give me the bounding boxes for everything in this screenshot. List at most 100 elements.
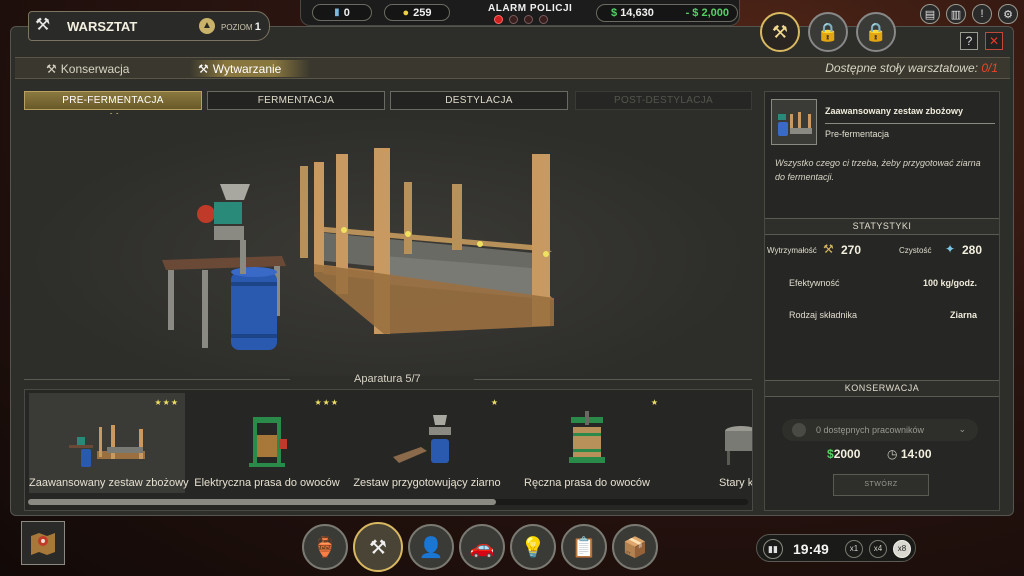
apparatus-card-label: Ręczna prasa do owoców: [524, 477, 650, 489]
workshop-button[interactable]: ⚒: [353, 522, 403, 572]
bulb-icon: ●: [402, 6, 410, 19]
speed-x8-button[interactable]: x8: [893, 540, 911, 558]
manual-press-thumbnail: [569, 411, 605, 463]
efficiency-label: Efektywność: [789, 278, 840, 288]
game-clock: 19:49: [793, 541, 829, 557]
hammer-icon: ⚒: [771, 21, 789, 42]
apparatus-card[interactable]: Stary kocioł: [669, 393, 753, 493]
police-alarm-label: ALARM POLICJI: [488, 3, 573, 14]
tools-icon: ⚒: [35, 15, 51, 34]
cost: $2000: [827, 447, 860, 461]
cost-value: 2000: [833, 447, 861, 461]
subtab-fermentation[interactable]: FERMENTACJA: [207, 91, 385, 110]
speed-x1-button[interactable]: x1: [845, 540, 863, 558]
maintenance-header: KONSERWACJA: [765, 380, 999, 397]
workers-select-value: 0 dostępnych pracowników: [816, 425, 925, 435]
level-indicator: POZIOM 1: [221, 21, 261, 33]
subtab-pre-fermentation[interactable]: PRE-FERMENTACJA: [24, 91, 202, 110]
apparatus-info-panel: Zaawansowany zestaw zbożowy Pre-fermenta…: [764, 91, 1000, 511]
boxes-icon: 📦: [622, 536, 648, 559]
chevron-down-icon: ⌄: [958, 424, 966, 434]
counter-value: 0: [343, 6, 350, 19]
storage-button[interactable]: 📦: [612, 524, 658, 570]
grain-kit-icon: [778, 112, 812, 136]
police-alarm-meter: [494, 15, 548, 24]
padlock-icon: 🔒: [864, 21, 888, 42]
top-right-icons: ▤ ▥ ! ⚙: [920, 4, 1018, 24]
durability-label: Wytrzymałość: [767, 246, 817, 255]
alarm-dot: [494, 15, 503, 24]
apparatus-card[interactable]: ★★★ Elektryczna prasa do owoców: [189, 393, 345, 493]
sparkle-icon: ✦: [945, 242, 956, 256]
apparatus-icon: [771, 99, 817, 145]
debt-amount: - $ 2,000: [685, 7, 729, 19]
bottle-icon: ▮: [334, 7, 340, 18]
workshop-title-tab: ⚒ WARSZTAT ▲ POZIOM 1: [28, 11, 270, 41]
main-dock: 🏺 ⚒ 👤 🚗 💡 📋 📦: [302, 522, 658, 572]
notebook-button[interactable]: 📋: [561, 524, 607, 570]
car-button[interactable]: 🚗: [459, 524, 505, 570]
apparatus-stage: Pre-fermentacja: [825, 129, 890, 139]
workshop-mode-button[interactable]: ⚒: [760, 12, 800, 52]
subtab-post-distillation: POST-DESTYLACJA: [575, 91, 752, 110]
electric-press-thumbnail: [249, 417, 287, 467]
money-pill: $ 14,630 - $ 2,000: [596, 4, 738, 22]
alarm-dot: [524, 15, 533, 24]
apparatus-card[interactable]: ★ Ręczna prasa do owoców: [509, 393, 665, 493]
tab-crafting[interactable]: ⚒ Wytwarzanie: [190, 60, 310, 77]
speed-x4-button[interactable]: x4: [869, 540, 887, 558]
apparatus-card-label: Zestaw przygotowujący ziarno: [353, 477, 501, 489]
stats-header: STATYSTYKI: [765, 218, 999, 235]
ingredient-label: Rodzaj składnika: [789, 310, 858, 320]
carousel-scrollbar[interactable]: [28, 499, 748, 505]
locked-slot-button[interactable]: 🔒: [808, 12, 848, 52]
apparatus-card[interactable]: ★ Zestaw przygotowujący ziarno: [349, 393, 505, 493]
workers-select[interactable]: 0 dostępnych pracowników ⌄: [782, 419, 978, 441]
apparatus-card[interactable]: ★★★ Zaawansowany zestaw zbożowy: [29, 393, 189, 493]
info-icon[interactable]: !: [972, 4, 992, 24]
bulbs-pill: ● 259: [384, 4, 450, 21]
duration: ◷ 14:00: [887, 447, 932, 461]
cleanliness-label: Czystość: [899, 246, 932, 255]
worker-icon: 👤: [418, 536, 444, 559]
old-kettle-thumbnail: [725, 426, 752, 465]
time-controls: ▮▮ 19:49 x1 x4 x8: [756, 534, 916, 562]
moonshine-jug-button[interactable]: 🏺: [302, 524, 348, 570]
apparatus-3d-viewer[interactable]: [24, 114, 752, 376]
notebook-icon: 📋: [571, 536, 597, 559]
page-title: WARSZTAT: [67, 19, 138, 34]
ingredient-value: Ziarna: [949, 310, 977, 320]
tab-maintenance[interactable]: ⚒ Konserwacja: [38, 60, 137, 77]
apparatus-name: Zaawansowany zestaw zbożowy: [825, 106, 964, 116]
apparatus-carousel: ★★★ Zaawansowany zestaw zbożowy ★★★ Elek…: [24, 389, 753, 511]
map-button[interactable]: [21, 521, 65, 565]
divider: [825, 123, 995, 124]
subtab-distillation[interactable]: DESTYLACJA: [390, 91, 568, 110]
available-tables-info: Dostępne stoły warsztatowe: 0/1: [825, 61, 998, 75]
worker-icon: [792, 423, 806, 437]
padlock-icon: 🔒: [816, 21, 840, 42]
pause-button[interactable]: ▮▮: [763, 539, 783, 559]
workers-button[interactable]: 👤: [408, 524, 454, 570]
create-button[interactable]: STWÓRZ: [833, 474, 929, 496]
scrollbar-thumb[interactable]: [28, 499, 496, 505]
tools-icon: ⚒: [198, 61, 209, 76]
alarm-dot: [539, 15, 548, 24]
settings-icon[interactable]: ⚙: [998, 4, 1018, 24]
cleanliness-value: 280: [962, 243, 983, 257]
stats-icon[interactable]: ▥: [946, 4, 966, 24]
book-icon[interactable]: ▤: [920, 4, 940, 24]
ideas-button[interactable]: 💡: [510, 524, 556, 570]
hammer-icon: ⚒: [823, 242, 834, 256]
help-button[interactable]: ?: [960, 32, 978, 50]
apparatus-card-label: Stary kocioł: [719, 477, 753, 489]
tools-icon: ⚒: [369, 536, 387, 559]
level-up-icon: ▲: [199, 18, 215, 34]
locked-slot-button[interactable]: 🔒: [856, 12, 896, 52]
divider: [24, 379, 290, 380]
close-button[interactable]: ✕: [985, 32, 1003, 50]
efficiency-value: 100 kg/godz.: [922, 278, 977, 288]
rating-stars: ★: [650, 398, 659, 407]
grain-kit-thumbnail: [69, 425, 145, 467]
duration-value: 14:00: [900, 447, 932, 461]
